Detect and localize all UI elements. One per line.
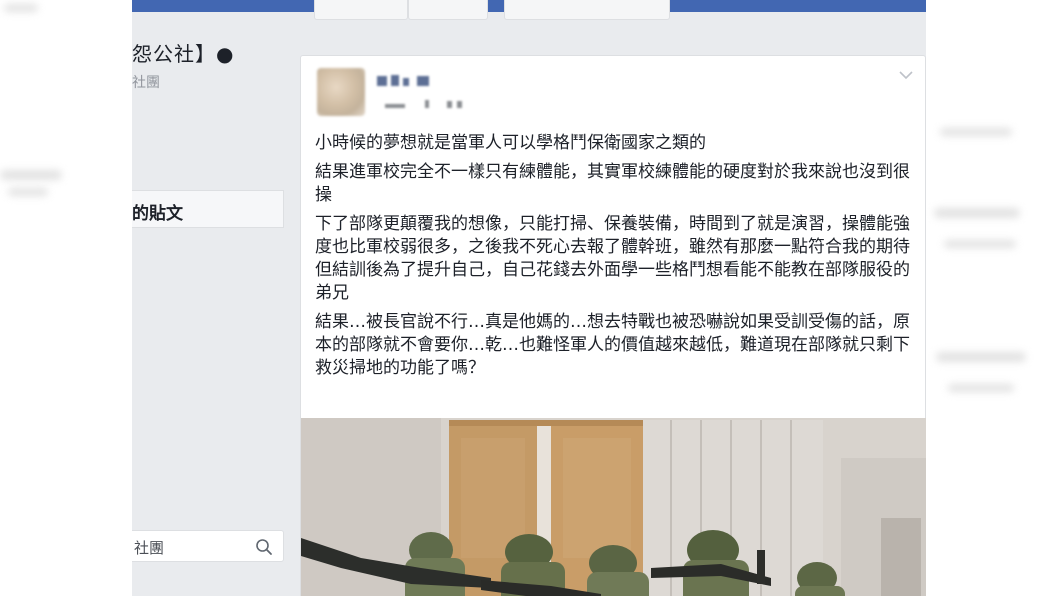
- blurred-text-fragment: [8, 188, 48, 196]
- outer-background-left: [0, 0, 132, 596]
- search-icon[interactable]: [255, 538, 273, 556]
- author-avatar[interactable]: [317, 68, 365, 116]
- blurred-text-fragment: [948, 384, 1014, 392]
- top-tab-button[interactable]: [314, 0, 408, 20]
- search-placeholder: 社團: [134, 539, 165, 557]
- post-text: 小時候的夢想就是當軍人可以學格鬥保衛國家之類的 結果進軍校完全不一樣只有練體能，…: [315, 132, 915, 386]
- blurred-text-fragment: [940, 128, 1012, 136]
- post-card: 小時候的夢想就是當軍人可以學格鬥保衛國家之類的 結果進軍校完全不一樣只有練體能，…: [300, 55, 926, 596]
- post-photo[interactable]: [301, 418, 926, 596]
- post-paragraph: 結果…被長官說不行…真是他媽的…想去特戰也被恐嚇說如果受訓受傷的話，原本的部隊就…: [315, 312, 910, 378]
- group-search-input[interactable]: 社團: [132, 530, 284, 562]
- outer-background-right: [926, 0, 1060, 596]
- soldiers-photo-illustration: [301, 418, 926, 596]
- top-tab-button[interactable]: [504, 0, 670, 20]
- post-paragraph: 結果進軍校完全不一樣只有練體能，其實軍校練體能的硬度對於我來說也沒到很操: [315, 162, 910, 205]
- blurred-text-fragment: [944, 240, 1016, 248]
- group-title[interactable]: 怨公社】●: [132, 38, 234, 67]
- left-sidebar: 怨公社】● 社團 的貼文 社團: [132, 12, 284, 596]
- post-paragraph: 下了部隊更顛覆我的想像，只能打掃、保養裝備，時間到了就是演習，操體能強度也比軍校…: [315, 214, 910, 303]
- group-type-label: 社團: [132, 75, 160, 91]
- blurred-text-fragment: [934, 208, 1020, 218]
- blurred-text-fragment: [0, 170, 62, 180]
- blurred-text-fragment: [936, 352, 1026, 362]
- author-name-blurred[interactable]: [377, 72, 437, 90]
- sidebar-item-posts[interactable]: 的貼文: [132, 190, 284, 228]
- chevron-down-icon[interactable]: [899, 70, 913, 80]
- blurred-text-fragment: [4, 4, 38, 12]
- top-tab-button[interactable]: [408, 0, 488, 20]
- facebook-group-screen: 怨公社】● 社團 的貼文 社團 小時候的夢想就是當軍人可以學格鬥保衛國家之類的 …: [132, 0, 926, 596]
- post-paragraph: 小時候的夢想就是當軍人可以學格鬥保衛國家之類的: [315, 133, 706, 153]
- post-timestamp-blurred[interactable]: [385, 98, 475, 110]
- top-action-tabs: [314, 0, 670, 20]
